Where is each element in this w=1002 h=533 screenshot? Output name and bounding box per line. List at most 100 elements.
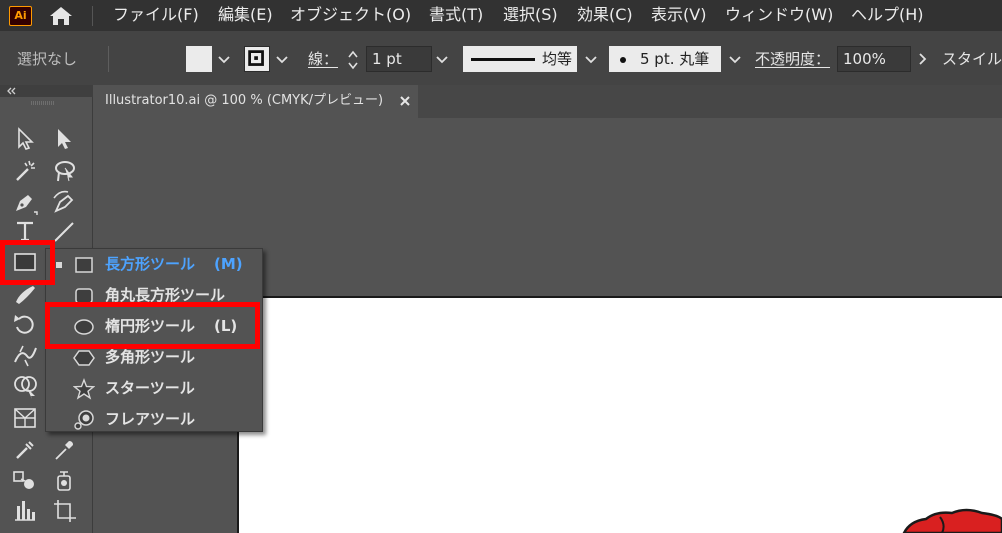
artboard-icon [54, 500, 76, 522]
width-tool[interactable] [11, 340, 39, 368]
menu-select[interactable]: 選択(S) [503, 4, 558, 26]
control-divider [108, 46, 109, 72]
brush-dropdown[interactable] [725, 48, 745, 70]
flyout-item-rectangle[interactable]: 長方形ツール (M) [46, 249, 264, 280]
fill-swatch[interactable] [186, 46, 212, 72]
fill-dropdown[interactable] [214, 48, 234, 70]
panel-grip-icon[interactable] [30, 101, 56, 105]
menu-divider [92, 6, 93, 26]
close-icon[interactable] [397, 93, 413, 109]
document-tab[interactable]: Illustrator10.ai @ 100 % (CMYK/プレビュー) [95, 85, 418, 118]
chevron-down-icon [218, 56, 230, 64]
selection-status: 選択なし [17, 50, 78, 68]
app-logo[interactable]: Ai [9, 6, 32, 26]
stroke-profile-line [471, 58, 535, 61]
flyout-item-flare[interactable]: フレアツール [46, 404, 264, 435]
menu-edit[interactable]: 編集(E) [218, 4, 273, 26]
rotate-tool[interactable] [11, 310, 39, 338]
eyedropper-cross-icon [16, 441, 34, 459]
brush-field[interactable]: 5 pt. 丸筆 [609, 46, 721, 72]
curvature-tool[interactable] [50, 188, 78, 216]
direct-selection-tool[interactable] [50, 125, 78, 153]
star-icon [73, 378, 95, 400]
eyedropper-icon [55, 441, 73, 460]
polygon-icon [73, 350, 95, 366]
flyout-item-label: 多角形ツール [105, 348, 196, 366]
perspective-grid-icon [14, 408, 36, 428]
shape-builder-tool[interactable] [11, 372, 39, 400]
direct-selection-arrow-icon [58, 129, 71, 149]
artboard[interactable] [237, 296, 1002, 533]
chevron-right-icon [919, 53, 927, 65]
magic-wand-icon [16, 160, 35, 181]
stroke-weight-dropdown[interactable] [432, 48, 452, 70]
brush-dot-icon [620, 57, 626, 63]
brush-label: 5 pt. 丸筆 [640, 50, 710, 68]
home-icon[interactable] [47, 5, 75, 27]
symbol-sprayer-tool[interactable] [50, 466, 78, 494]
flyout-item-star[interactable]: スターツール [46, 373, 264, 404]
selection-tool[interactable] [11, 125, 39, 153]
stroke-profile-field[interactable]: 均等 [463, 46, 577, 72]
pen-tool[interactable] [11, 188, 39, 216]
menu-object[interactable]: オブジェクト(O) [290, 4, 411, 26]
lasso-tool[interactable] [50, 157, 78, 185]
flyout-item-label: スターツール [105, 379, 195, 397]
menu-type[interactable]: 書式(T) [429, 4, 483, 26]
document-tab-title: Illustrator10.ai @ 100 % (CMYK/プレビュー) [105, 93, 384, 108]
width-tool-icon [14, 345, 37, 367]
flyout-item-label: 長方形ツール [105, 255, 196, 273]
stroke-weight-field[interactable]: 1 pt [366, 46, 432, 72]
opacity-value: 100% [843, 50, 886, 68]
chevron-down-icon [436, 56, 448, 64]
stroke-dropdown[interactable] [272, 48, 292, 70]
curvature-pen-icon [53, 190, 74, 213]
chevron-down-icon [729, 56, 741, 64]
pen-icon [16, 195, 38, 215]
lasso-icon [55, 161, 75, 182]
current-tool-bullet [56, 262, 62, 268]
stroke-weight-value: 1 pt [372, 50, 402, 68]
stroke-profile-dropdown[interactable] [581, 48, 601, 70]
blend-icon [13, 471, 34, 489]
opacity-field[interactable]: 100% [837, 46, 911, 72]
opacity-expand[interactable] [912, 48, 932, 70]
style-label[interactable]: スタイル [942, 49, 1002, 69]
stroke-swatch-icon [248, 50, 264, 66]
highlight-rectangle-tool [0, 240, 55, 285]
stepper-icon[interactable] [346, 47, 360, 73]
opacity-label[interactable]: 不透明度： [755, 49, 830, 69]
control-bar: 選択なし 線： 1 pt 均等 5 pt. 丸筆 不透明度： 100% スタイル [0, 31, 1002, 85]
stroke-profile-label: 均等 [542, 50, 573, 68]
menu-file[interactable]: ファイル(F) [113, 4, 199, 26]
artwork-shape[interactable] [900, 505, 1002, 533]
bar-chart-icon [15, 501, 35, 521]
flyout-item-shortcut: (M) [214, 255, 243, 273]
shape-builder-icon [14, 376, 37, 399]
menu-view[interactable]: 表示(V) [651, 4, 706, 26]
menu-bar: Ai ファイル(F) 編集(E) オブジェクト(O) 書式(T) 選択(S) 効… [0, 0, 1002, 31]
document-tab-bar: Illustrator10.ai @ 100 % (CMYK/プレビュー) [95, 85, 1002, 118]
flare-icon [74, 410, 94, 430]
chevron-down-icon [585, 56, 597, 64]
rotate-icon [14, 315, 34, 334]
blend-tool[interactable] [11, 466, 39, 494]
chevron-down-icon [276, 56, 288, 64]
tools-panel-header [0, 85, 93, 97]
perspective-grid-tool[interactable] [11, 404, 39, 432]
symbol-sprayer-icon [57, 471, 71, 491]
artboard-tool[interactable] [50, 496, 78, 524]
highlight-ellipse-tool [45, 302, 260, 349]
menu-help[interactable]: ヘルプ(H) [851, 4, 924, 26]
collapse-icon[interactable] [5, 85, 19, 97]
rectangle-icon [75, 257, 93, 273]
eyedropper-tool[interactable] [50, 436, 78, 464]
mesh-tool[interactable] [11, 436, 39, 464]
stroke-label[interactable]: 線： [308, 49, 338, 69]
magic-wand-tool[interactable] [11, 157, 39, 185]
flyout-item-label: フレアツール [105, 410, 196, 428]
column-graph-tool[interactable] [11, 496, 39, 524]
menu-effect[interactable]: 効果(C) [577, 4, 633, 26]
stroke-swatch[interactable] [244, 46, 270, 72]
menu-window[interactable]: ウィンドウ(W) [725, 4, 833, 26]
